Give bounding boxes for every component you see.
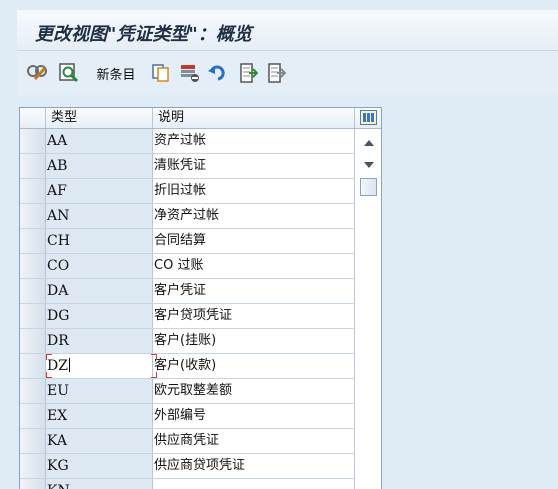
page-title: 更改视图"凭证类型"：概览 [35,24,252,45]
table-row: CO CO 过账 [20,254,355,279]
document-types-table: 类型 说明 AA 资产过帐 AB 清账凭证 AF 折旧过帐 AN 净资产过帐 C… [19,107,382,489]
description-cell[interactable]: 客户(挂账) [153,329,355,353]
type-cell[interactable]: EU [46,379,153,403]
row-selector[interactable] [20,454,46,478]
details-button[interactable] [58,63,80,83]
table-row: KG 供应商贷项凭证 [20,454,355,479]
column-settings-icon[interactable] [360,110,377,125]
scroll-down-icon[interactable] [361,156,377,174]
table-body: AA 资产过帐 AB 清账凭证 AF 折旧过帐 AN 净资产过帐 CH 合同结算… [20,129,355,489]
details-icon [59,63,79,83]
row-selector[interactable] [20,129,46,153]
table-row: KA 供应商凭证 [20,429,355,454]
description-cell[interactable]: 客户凭证 [153,279,355,303]
type-cell[interactable]: DA [46,279,153,303]
type-cell[interactable]: AB [46,154,153,178]
text-caret [68,358,70,372]
undo-icon [208,65,225,81]
delete-button[interactable] [179,63,201,83]
type-cell[interactable]: AN [46,204,153,228]
column-header-type[interactable]: 类型 [46,108,153,128]
row-selector[interactable] [20,329,46,353]
description-cell[interactable]: 客户(收款) [151,354,355,378]
table-row: AA 资产过帐 [20,129,355,154]
table-row: DR 客户(挂账) [20,329,355,354]
description-cell[interactable]: 清账凭证 [153,154,355,178]
type-cell[interactable]: EX [46,404,153,428]
type-cell-text: DZ [47,358,68,374]
row-selector[interactable] [20,279,46,303]
copy-icon [152,64,169,82]
deselect-all-button[interactable] [266,63,288,83]
row-selector[interactable] [20,204,46,228]
table-row: DA 客户凭证 [20,279,355,304]
description-cell[interactable]: 合同结算 [153,229,355,253]
description-cell[interactable]: 供应商贷项凭证 [153,454,355,478]
row-selector[interactable] [20,254,46,278]
select-all-rows-cell[interactable] [20,108,46,128]
description-cell[interactable]: 净资产过帐 [153,204,355,228]
table-row: AF 折旧过帐 [20,179,355,204]
description-cell[interactable]: 供应商凭证 [153,429,355,453]
table-header: 类型 说明 [20,108,381,129]
description-cell[interactable]: 客户贷项凭证 [153,304,355,328]
deselect-icon [268,63,286,83]
description-cell[interactable]: 外部编号 [153,404,355,428]
type-cell[interactable]: DG [46,304,153,328]
new-entries-button[interactable]: 新条目 [92,63,140,83]
vertical-scrollbar[interactable] [359,129,379,489]
table-row: CH 合同结算 [20,229,355,254]
row-selector[interactable] [20,154,46,178]
row-selector[interactable] [20,179,46,203]
copy-button[interactable] [150,63,172,83]
display-change-button[interactable] [27,63,49,83]
row-selector[interactable] [20,429,46,453]
description-cell[interactable]: 折旧过帐 [153,179,355,203]
type-cell[interactable]: CO [46,254,153,278]
table-row: EX 外部编号 [20,404,355,429]
undo-button[interactable] [207,63,229,83]
type-cell[interactable]: AF [46,179,153,203]
display-change-icon [27,65,47,81]
type-cell[interactable]: KG [46,454,153,478]
description-cell[interactable]: 资产过帐 [153,129,355,153]
row-selector[interactable] [20,404,46,428]
table-row: DG 客户贷项凭证 [20,304,355,329]
row-selector[interactable] [20,379,46,403]
type-cell[interactable]: AA [46,129,153,153]
row-selector[interactable] [20,354,46,378]
type-cell[interactable]: CH [46,229,153,253]
table-row: AN 净资产过帐 [20,204,355,229]
description-cell[interactable]: 欧元取整差额 [153,379,355,403]
title-bar: 更改视图"凭证类型"：概览 [17,10,558,51]
type-cell[interactable]: DR [46,329,153,353]
scroll-up-icon[interactable] [361,134,377,152]
toolbar: 新条目 [17,51,558,95]
table-row-focused: DZ 客户(收款) [20,354,355,379]
table-row: AB 清账凭证 [20,154,355,179]
select-all-button[interactable] [238,63,260,83]
type-cell[interactable]: KA [46,429,153,453]
select-all-icon [240,63,258,83]
delete-icon [181,65,199,82]
new-entries-label: 新条目 [96,67,136,83]
table-row: EU 欧元取整差额 [20,379,355,404]
row-selector[interactable] [20,229,46,253]
column-header-description[interactable]: 说明 [153,108,355,128]
type-cell-focused[interactable]: DZ [46,354,153,378]
description-cell[interactable]: CO 过账 [153,254,355,278]
scroll-thumb[interactable] [360,178,377,196]
row-selector[interactable] [20,304,46,328]
